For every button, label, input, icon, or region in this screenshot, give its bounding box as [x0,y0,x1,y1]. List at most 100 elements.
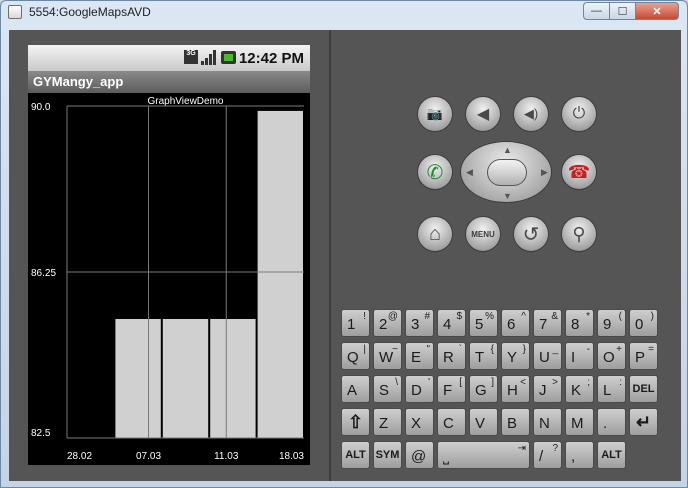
key-row1-2[interactable]: 3 # [405,309,434,337]
key-label: C [443,415,454,432]
dpad-left-icon[interactable]: ◀ [466,167,473,178]
key-label: 7 [539,316,548,333]
key-row2-7[interactable]: I- [565,342,594,370]
key-row2-9[interactable]: P = [629,342,658,370]
key-row4-0[interactable]: ⇧ [341,408,370,436]
camera-button[interactable]: 📷 [417,96,453,132]
graph-view: GraphViewDemo 90.0 86.25 82.5 28.02 07.03 11.0… [28,93,310,465]
key-row4-7[interactable]: M [565,408,594,436]
key-row2-8[interactable]: O + [597,342,626,370]
window-controls: — ☐ ✕ [583,2,679,20]
key-row4-5[interactable]: B [501,408,530,436]
key-row2-6[interactable]: U _ [533,342,562,370]
key-row1-9[interactable]: 0) [629,309,658,337]
key-row2-4[interactable]: T{ [469,342,498,370]
title-bar[interactable]: 5554:GoogleMapsAVD — ☐ ✕ [1,1,687,23]
minimize-button[interactable]: — [583,2,609,20]
key-row1-7[interactable]: 8 * [565,309,594,337]
key-row1-3[interactable]: 4 $ [437,309,466,337]
call-button[interactable]: ✆ [417,154,453,190]
search-icon: ⚲ [572,223,586,244]
key-row3-2[interactable]: D ' [405,375,434,403]
key-label: K [571,382,582,399]
status-time: 12:42 PM [238,50,304,67]
key-row3-1[interactable]: S \ [373,375,402,403]
key-row5-2[interactable]: @ [405,441,434,469]
key-row2-2[interactable]: E " [405,342,434,370]
volume-down-button[interactable]: ◀ [465,96,501,132]
dpad-down-icon[interactable]: ▼ [503,191,512,201]
menu-button[interactable]: MENU [465,216,501,252]
key-row3-4[interactable]: G] [469,375,498,403]
key-alt-label: } [522,344,526,355]
end-call-button[interactable]: ☎ [561,154,597,190]
key-row4-6[interactable]: N [533,408,562,436]
key-row2-5[interactable]: Y} [501,342,530,370]
key-row5-6[interactable]: ALT [597,441,626,469]
power-button[interactable]: ⏻ [561,96,597,132]
x-tick-label: 11.03 [214,451,239,462]
key-row1-1[interactable]: 2 @ [373,309,402,337]
key-alt-label: & [551,311,558,322]
key-row2-3[interactable]: R ` [437,342,466,370]
key-alt-label: \ [395,377,398,388]
dpad[interactable]: ▲ ▼ ◀ ▶ [460,141,552,203]
key-row5-3[interactable]: ⎵ ⇥ [437,441,530,469]
key-alt-label: _ [552,344,558,355]
key-row1-4[interactable]: 5% [469,309,498,337]
key-row5-4[interactable]: /? [533,441,562,469]
key-row5-0[interactable]: ALT [341,441,370,469]
key-row3-0[interactable]: A [341,375,370,403]
key-row1-8[interactable]: 9( [597,309,626,337]
key-row4-9[interactable]: ↵ [629,408,658,436]
key-alt-label: ! [363,311,366,322]
key-row4-8[interactable]: . [597,408,626,436]
key-label: A [347,382,358,399]
key-row1-5[interactable]: 6 ^ [501,309,530,337]
key-row4-2[interactable]: X [405,408,434,436]
key-alt-label: ( [618,311,622,322]
key-alt-label: | [363,344,366,355]
key-row3-3[interactable]: F[ [437,375,466,403]
maximize-button[interactable]: ☐ [609,2,635,20]
key-row2-1[interactable]: W ~ [373,342,402,370]
key-row3-9[interactable]: DEL [629,375,658,403]
phone-screen[interactable]: 3G 12:42 PM GYMangy_app GraphViewDemo 90.… [28,45,310,465]
volume-up-button[interactable]: ◀) [513,96,549,132]
key-alt-label: ⇥ [517,443,526,454]
key-row4-1[interactable]: Z [373,408,402,436]
key-label: , [571,448,576,465]
end-call-icon: ☎ [567,161,591,182]
key-row3-8[interactable]: L: [597,375,626,403]
key-row1-0[interactable]: 1! [341,309,370,337]
key-row4-4[interactable]: V [469,408,498,436]
key-alt-label: [ [459,377,462,388]
key-label: L [603,382,612,399]
home-button[interactable]: ⌂ [417,216,453,252]
key-alt-label: > [552,377,558,388]
key-row3-7[interactable]: K; [565,375,594,403]
key-row5-1[interactable]: SYM [373,441,402,469]
key-alt-label: - [586,344,590,355]
back-button[interactable]: ↺ [513,216,549,252]
dpad-center-button[interactable] [487,159,527,186]
bar [161,317,210,439]
dpad-up-icon[interactable]: ▲ [503,145,512,155]
key-alt-label: ' [428,377,430,388]
close-button[interactable]: ✕ [635,2,679,20]
search-button[interactable]: ⚲ [561,216,597,252]
key-label: . [603,415,608,432]
key-label: X [411,415,422,432]
key-row5-5[interactable]: , [565,441,594,469]
key-row2-0[interactable]: Q | [341,342,370,370]
key-label: Y [507,349,518,366]
key-row4-3[interactable]: C [437,408,466,436]
y-tick-label: 90.0 [31,102,51,113]
menu-label: MENU [471,229,495,239]
key-row3-5[interactable]: H < [501,375,530,403]
dpad-right-icon[interactable]: ▶ [541,167,548,178]
key-row1-6[interactable]: 7 & [533,309,562,337]
key-label: 6 [507,316,516,333]
key-row3-6[interactable]: J > [533,375,562,403]
key-label: R [443,349,454,366]
